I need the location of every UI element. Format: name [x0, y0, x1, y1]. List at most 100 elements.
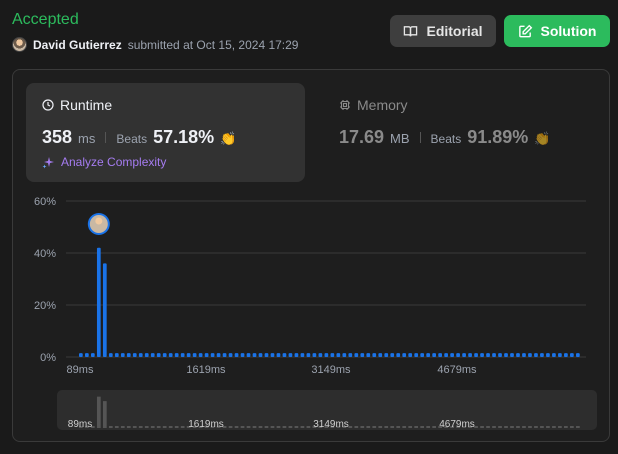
mini-bar — [102, 401, 107, 428]
mini-bar — [246, 426, 251, 428]
mini-x-tick-label: 1619ms — [188, 419, 224, 430]
mini-bar — [144, 426, 149, 428]
chart-bar — [384, 353, 389, 357]
mini-bar — [294, 426, 299, 428]
chart-bar — [408, 353, 413, 357]
mini-bar — [258, 426, 263, 428]
mini-bar — [288, 426, 293, 428]
chart-bar — [354, 353, 359, 357]
mini-bar — [138, 426, 143, 428]
mini-bar — [504, 426, 508, 428]
mini-bar — [534, 426, 538, 428]
chart-bar — [426, 353, 431, 357]
chart-bar — [516, 353, 520, 357]
chart-bar — [168, 353, 173, 357]
chart-bar — [330, 353, 335, 357]
chart-bar — [474, 353, 478, 357]
chart-bar — [534, 353, 538, 357]
chart-bar — [120, 353, 125, 357]
chart-bar — [144, 353, 149, 357]
mini-bar — [570, 426, 574, 428]
chart-bar — [79, 353, 83, 357]
mini-bar — [162, 426, 167, 428]
chart-bar — [276, 353, 281, 357]
chart-bar — [540, 353, 544, 357]
mini-bar — [168, 426, 173, 428]
mini-bar — [414, 426, 419, 428]
mini-bar — [540, 426, 544, 428]
mini-bar — [132, 426, 137, 428]
chart-bar — [546, 353, 550, 357]
mini-bar — [300, 426, 305, 428]
mini-bar — [486, 426, 490, 428]
chart-bar — [264, 353, 269, 357]
chart-bar — [186, 353, 191, 357]
chart-bar — [300, 353, 305, 357]
chart-bar — [102, 263, 107, 357]
chart-bar — [294, 353, 299, 357]
mini-x-tick-label: 89ms — [68, 419, 92, 430]
mini-bar — [480, 426, 484, 428]
chart-bar — [288, 353, 293, 357]
mini-bar — [282, 426, 287, 428]
mini-bar — [126, 426, 131, 428]
mini-bar — [156, 426, 161, 428]
mini-bar — [558, 426, 562, 428]
chart-bar — [366, 353, 371, 357]
chart-bar — [114, 353, 119, 357]
chart-bar — [576, 353, 580, 357]
runtime-distribution-chart: 60% 40% 20% 0% 89ms 1619ms 3149ms 4679ms 89ms 161… — [34, 196, 597, 430]
mini-bar — [276, 426, 281, 428]
chart-bar — [282, 353, 287, 357]
chart-bar — [570, 353, 574, 357]
chart-bar — [174, 353, 179, 357]
chart-bar — [318, 353, 323, 357]
chart-bar — [132, 353, 137, 357]
mini-bar — [396, 426, 401, 428]
chart-bar — [486, 353, 490, 357]
mini-bar — [516, 426, 520, 428]
mini-bar — [240, 426, 245, 428]
chart-bar — [444, 353, 448, 357]
chart-bar — [306, 353, 311, 357]
mini-bar — [174, 426, 179, 428]
chart-bar — [312, 353, 317, 357]
mini-bar — [372, 426, 377, 428]
chart-bar — [138, 353, 143, 357]
mini-bar — [228, 426, 233, 428]
chart-bar — [270, 353, 275, 357]
chart-bar — [96, 247, 101, 357]
chart-bar — [228, 353, 233, 357]
chart-bar — [558, 353, 562, 357]
mini-bar — [546, 426, 550, 428]
mini-bar — [576, 426, 580, 428]
chart-bar — [390, 353, 395, 357]
mini-x-tick-label: 3149ms — [313, 419, 349, 430]
chart-bar — [210, 353, 215, 357]
mini-bar — [306, 426, 311, 428]
mini-bar — [498, 426, 502, 428]
chart-bar — [450, 353, 454, 357]
x-tick-label: 1619ms — [186, 364, 226, 376]
chart-bar — [420, 353, 425, 357]
mini-bar — [420, 426, 425, 428]
mini-bar — [510, 426, 514, 428]
chart-bar — [372, 353, 377, 357]
mini-bar — [390, 426, 395, 428]
chart-bar — [324, 353, 329, 357]
chart-bar — [234, 353, 239, 357]
chart-bar — [156, 353, 161, 357]
mini-bar — [120, 426, 125, 428]
chart-bar — [360, 353, 365, 357]
chart-bar — [414, 353, 419, 357]
chart-bar — [498, 353, 502, 357]
mini-bar — [234, 426, 239, 428]
chart-bar — [222, 353, 227, 357]
chart-bar — [162, 353, 167, 357]
x-tick-label: 89ms — [67, 364, 94, 376]
chart-bar — [468, 353, 472, 357]
mini-x-tick-label: 4679ms — [439, 419, 475, 430]
chart-bar — [180, 353, 185, 357]
chart-bar — [192, 353, 197, 357]
mini-bar — [264, 426, 269, 428]
